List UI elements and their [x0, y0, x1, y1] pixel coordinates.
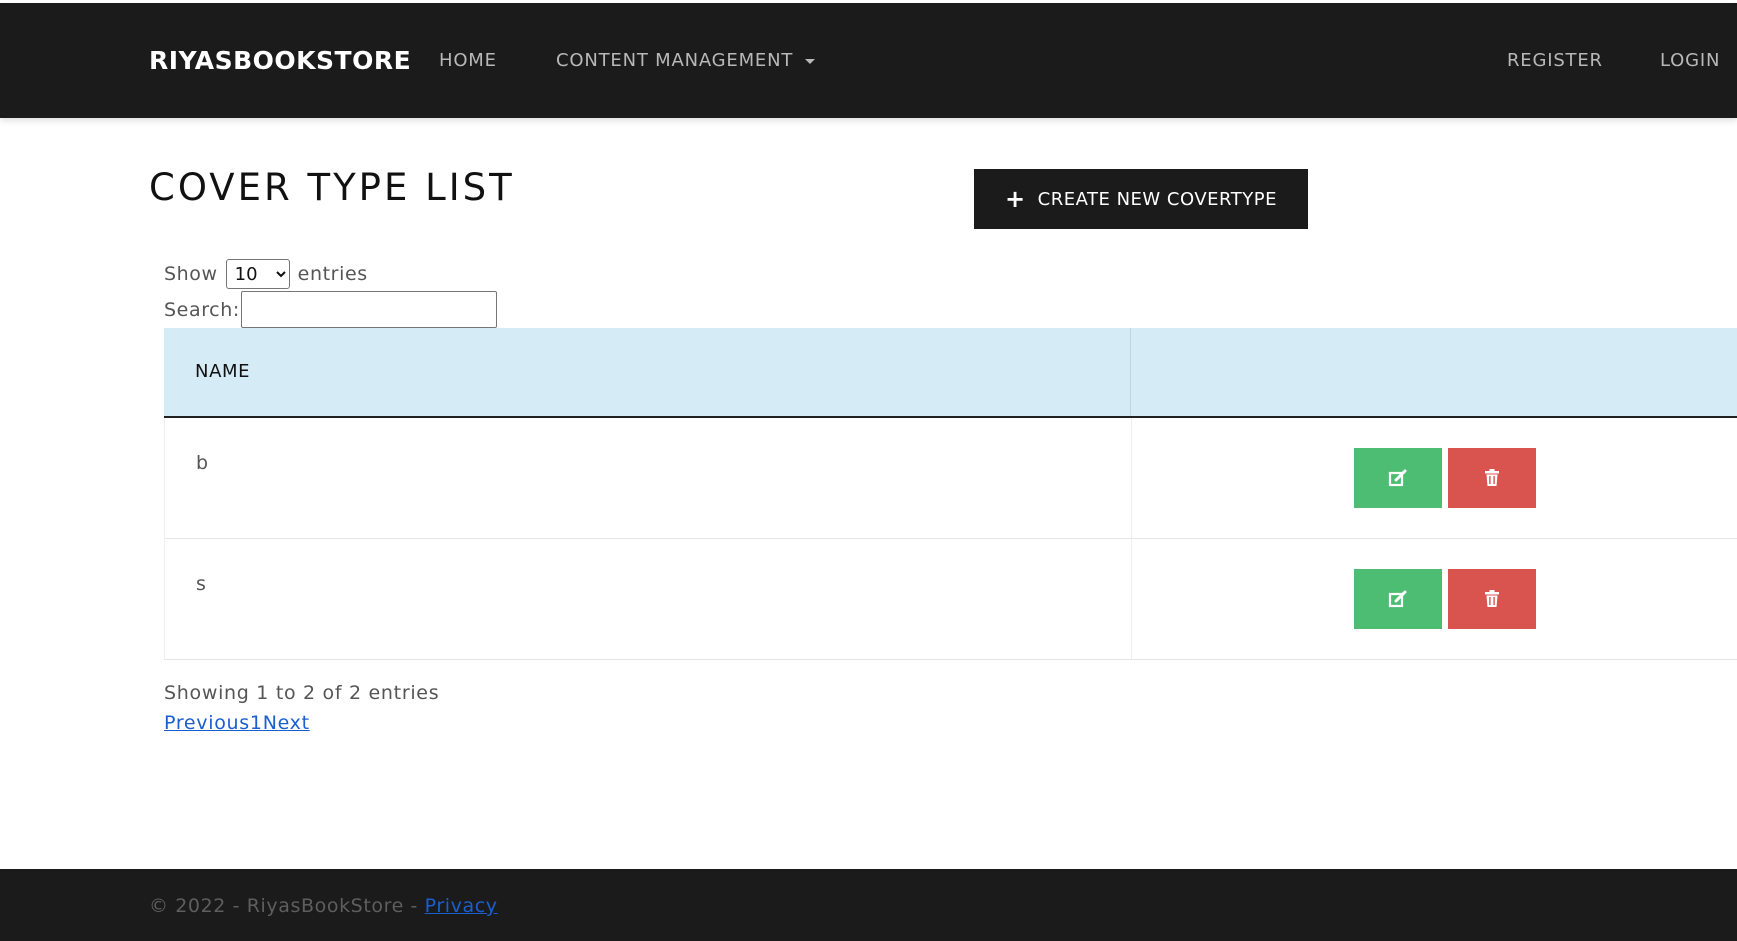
nav-content-management-label: CONTENT MANAGEMENT: [556, 50, 794, 71]
privacy-link[interactable]: Privacy: [425, 895, 498, 917]
previous-link[interactable]: Previous: [164, 712, 250, 734]
trash-icon: [1485, 469, 1499, 486]
footer-text: © 2022 - RiyasBookStore - Privacy: [149, 895, 498, 917]
entries-length-control: Show 102550100 entries: [164, 259, 368, 289]
search-input[interactable]: [240, 291, 497, 328]
cover-type-name: b: [196, 452, 209, 474]
trash-icon: [1485, 590, 1499, 607]
delete-button[interactable]: [1448, 569, 1536, 629]
search-label: Search:: [164, 298, 240, 321]
table-info: Showing 1 to 2 of 2 entries: [164, 682, 440, 704]
create-covertype-button[interactable]: + CREATE NEW COVERTYPE: [974, 169, 1308, 229]
next-link[interactable]: Next: [263, 712, 310, 734]
table-row: s: [164, 539, 1737, 660]
cell-divider: [1131, 539, 1132, 659]
cell-divider: [1131, 418, 1132, 538]
edit-icon: [1388, 590, 1407, 608]
caret-down-icon: [805, 58, 816, 64]
column-header-name[interactable]: NAME: [195, 361, 250, 382]
delete-button[interactable]: [1448, 448, 1536, 508]
search-control: Search:: [164, 291, 497, 328]
navbar: RIYASBOOKSTORE HOME CONTENT MANAGEMENT R…: [0, 3, 1737, 118]
nav-login[interactable]: LOGIN: [1660, 50, 1720, 71]
pagination: Previous1Next: [164, 712, 310, 734]
page-1-link[interactable]: 1: [250, 712, 263, 734]
plus-icon: +: [1005, 185, 1026, 213]
copyright-text: © 2022 - RiyasBookStore -: [149, 895, 425, 917]
table-row: b: [164, 418, 1737, 539]
create-covertype-label: CREATE NEW COVERTYPE: [1037, 188, 1277, 210]
entries-label: entries: [297, 263, 368, 285]
brand-link[interactable]: RIYASBOOKSTORE: [149, 46, 411, 75]
page-title: COVER TYPE LIST: [149, 166, 515, 209]
nav-home[interactable]: HOME: [439, 50, 497, 71]
header-divider: [1130, 328, 1131, 416]
table-header: NAME: [164, 328, 1737, 418]
footer: © 2022 - RiyasBookStore - Privacy: [0, 869, 1737, 941]
page-size-select[interactable]: 102550100: [225, 259, 290, 289]
show-label: Show: [164, 263, 218, 285]
edit-icon: [1388, 469, 1407, 487]
nav-register[interactable]: REGISTER: [1507, 50, 1603, 71]
cover-type-name: s: [196, 573, 206, 595]
nav-content-management[interactable]: CONTENT MANAGEMENT: [556, 50, 816, 71]
edit-button[interactable]: [1354, 569, 1442, 629]
edit-button[interactable]: [1354, 448, 1442, 508]
